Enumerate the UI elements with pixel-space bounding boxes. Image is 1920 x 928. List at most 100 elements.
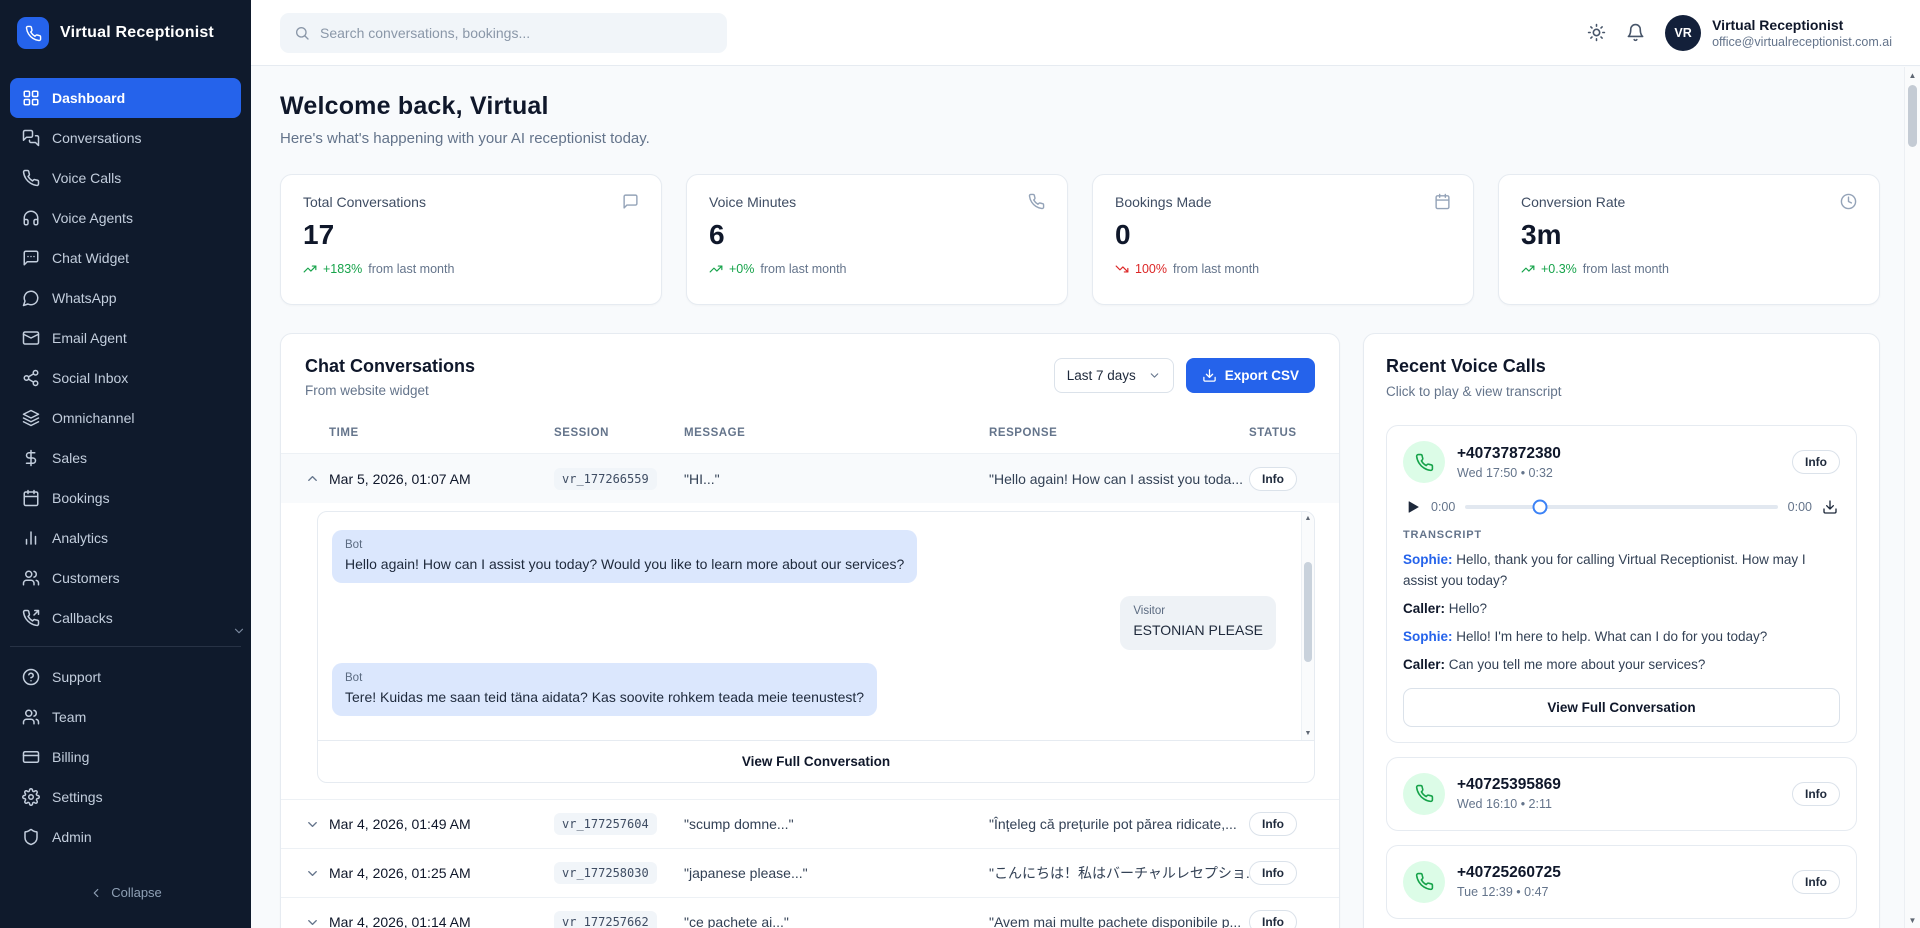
voice-call-header[interactable]: +40725395869 Wed 16:10 • 2:11 Info xyxy=(1403,773,1840,815)
download-icon xyxy=(1202,368,1217,383)
seek-slider[interactable] xyxy=(1465,505,1777,509)
collapse-sidebar-button[interactable]: Collapse xyxy=(0,867,251,928)
table-row-expanded[interactable]: Mar 5, 2026, 01:07 AM vr_177266559 "HI..… xyxy=(281,454,1339,503)
sidebar-item-customers[interactable]: Customers xyxy=(10,558,241,598)
section-subtitle: Click to play & view transcript xyxy=(1386,384,1857,399)
chevron-up-icon[interactable] xyxy=(305,471,329,486)
status-badge[interactable]: Info xyxy=(1249,910,1297,928)
chevron-down-icon[interactable] xyxy=(305,915,329,928)
scroll-up-arrow[interactable]: ▲ xyxy=(1905,67,1920,83)
cell-message: "japanese please..." xyxy=(684,865,989,881)
table-row[interactable]: Mar 4, 2026, 01:14 AM vr_177257662 "ce p… xyxy=(281,897,1339,928)
sidebar-item-settings[interactable]: Settings xyxy=(10,777,241,817)
chevron-left-icon xyxy=(89,886,103,900)
status-badge[interactable]: Info xyxy=(1249,467,1297,491)
cell-message: "scump domne..." xyxy=(684,816,989,832)
caller-number: +40725260725 xyxy=(1457,864,1561,882)
voice-call-header[interactable]: +40737872380 Wed 17:50 • 0:32 Info xyxy=(1403,441,1840,483)
sidebar-item-social-inbox[interactable]: Social Inbox xyxy=(10,358,241,398)
stat-label: Conversion Rate xyxy=(1521,194,1625,210)
avatar: VR xyxy=(1665,15,1701,51)
sidebar-item-whatsapp[interactable]: WhatsApp xyxy=(10,278,241,318)
sidebar-item-support[interactable]: Support xyxy=(10,657,241,697)
page-vertical-scrollbar[interactable]: ▲ ▼ xyxy=(1904,67,1920,928)
caller-number: +40725395869 xyxy=(1457,776,1561,794)
share-icon xyxy=(22,369,40,387)
sidebar-item-bookings[interactable]: Bookings xyxy=(10,478,241,518)
stat-delta-note: from last month xyxy=(1583,262,1669,276)
table-row[interactable]: Mar 4, 2026, 01:25 AM vr_177258030 "japa… xyxy=(281,848,1339,897)
voice-call-header[interactable]: +40725260725 Tue 12:39 • 0:47 Info xyxy=(1403,861,1840,903)
chevron-down-icon[interactable] xyxy=(305,817,329,832)
sidebar-item-voice-agents[interactable]: Voice Agents xyxy=(10,198,241,238)
sidebar-item-team[interactable]: Team xyxy=(10,697,241,737)
sidebar-scroll-chevron-icon[interactable] xyxy=(232,624,246,638)
stat-card-total-conversations: Total Conversations 17 +183%from last mo… xyxy=(280,174,662,305)
download-recording-button[interactable] xyxy=(1822,499,1838,515)
sidebar-item-admin[interactable]: Admin xyxy=(10,817,241,857)
status-badge[interactable]: Info xyxy=(1792,870,1840,894)
user-email: office@virtualreceptionist.com.ai xyxy=(1712,35,1892,49)
status-badge[interactable]: Info xyxy=(1249,861,1297,885)
sidebar-item-omnichannel[interactable]: Omnichannel xyxy=(10,398,241,438)
sidebar-item-callbacks[interactable]: Callbacks xyxy=(10,598,241,638)
speaker-name: Sophie: xyxy=(1403,552,1453,567)
trending-up-icon xyxy=(303,262,317,276)
recent-voice-calls-panel: Recent Voice Calls Click to play & view … xyxy=(1363,333,1880,928)
status-badge[interactable]: Info xyxy=(1249,812,1297,836)
brand[interactable]: Virtual Receptionist xyxy=(0,0,251,66)
scrollbar-thumb[interactable] xyxy=(1908,85,1917,147)
sidebar-nav: Dashboard Conversations Voice Calls Voic… xyxy=(0,66,251,638)
theme-toggle-button[interactable] xyxy=(1587,23,1606,42)
conversation-scrollbar[interactable]: ▲ ▼ xyxy=(1301,512,1314,740)
scroll-down-arrow[interactable]: ▼ xyxy=(1905,912,1920,928)
sidebar-item-dashboard[interactable]: Dashboard xyxy=(10,78,241,118)
sidebar-item-sales[interactable]: Sales xyxy=(10,438,241,478)
transcript-line: Sophie: Hello! I'm here to help. What ca… xyxy=(1403,627,1840,648)
date-range-select[interactable]: Last 7 days xyxy=(1054,358,1174,393)
speaker-name: Caller: xyxy=(1403,657,1445,672)
sidebar-item-analytics[interactable]: Analytics xyxy=(10,518,241,558)
sidebar-item-email-agent[interactable]: Email Agent xyxy=(10,318,241,358)
section-title: Recent Voice Calls xyxy=(1386,356,1857,377)
status-badge[interactable]: Info xyxy=(1792,782,1840,806)
user-menu[interactable]: VR Virtual Receptionist office@virtualre… xyxy=(1665,15,1892,51)
trending-up-icon xyxy=(709,262,723,276)
whatsapp-icon xyxy=(22,289,40,307)
status-badge[interactable]: Info xyxy=(1792,450,1840,474)
stat-value: 6 xyxy=(709,219,1045,251)
layers-icon xyxy=(22,409,40,427)
sidebar-item-label: Dashboard xyxy=(52,90,125,106)
help-circle-icon xyxy=(22,668,40,686)
column-response: RESPONSE xyxy=(989,427,1249,439)
sidebar-item-chat-widget[interactable]: Chat Widget xyxy=(10,238,241,278)
sidebar-item-voice-calls[interactable]: Voice Calls xyxy=(10,158,241,198)
notifications-bell-button[interactable] xyxy=(1626,23,1645,42)
chevron-down-icon[interactable] xyxy=(305,866,329,881)
search-icon xyxy=(294,25,310,41)
sidebar-item-label: Omnichannel xyxy=(52,410,135,426)
call-meta: Wed 16:10 • 2:11 xyxy=(1457,797,1561,811)
elapsed-time: 0:00 xyxy=(1431,500,1455,514)
section-title: Chat Conversations xyxy=(305,356,475,377)
table-row[interactable]: Mar 4, 2026, 01:49 AM vr_177257604 "scum… xyxy=(281,799,1339,848)
sidebar-item-billing[interactable]: Billing xyxy=(10,737,241,777)
play-button[interactable] xyxy=(1405,499,1421,515)
seek-slider-thumb[interactable] xyxy=(1533,500,1548,515)
export-csv-button[interactable]: Export CSV xyxy=(1186,358,1315,393)
cell-time: Mar 4, 2026, 01:49 AM xyxy=(329,816,554,832)
view-full-conversation-link[interactable]: View Full Conversation xyxy=(318,740,1314,782)
sidebar-item-label: Chat Widget xyxy=(52,250,129,266)
scroll-up-arrow[interactable]: ▲ xyxy=(1302,512,1314,525)
search-input[interactable] xyxy=(320,25,713,41)
cell-response: "Hello again! How can I assist you toda.… xyxy=(989,471,1249,487)
sidebar-item-label: Billing xyxy=(52,749,89,765)
view-full-conversation-button[interactable]: View Full Conversation xyxy=(1403,688,1840,727)
scrollbar-thumb[interactable] xyxy=(1304,562,1312,662)
stat-delta: +0.3% xyxy=(1541,262,1577,276)
sidebar-item-conversations[interactable]: Conversations xyxy=(10,118,241,158)
conversation-scroll-area[interactable]: Bot Hello again! How can I assist you to… xyxy=(318,512,1314,740)
sender-label: Visitor xyxy=(1133,605,1263,617)
scroll-down-arrow[interactable]: ▼ xyxy=(1302,727,1314,740)
stat-card-conversion-rate: Conversion Rate 3m +0.3%from last month xyxy=(1498,174,1880,305)
